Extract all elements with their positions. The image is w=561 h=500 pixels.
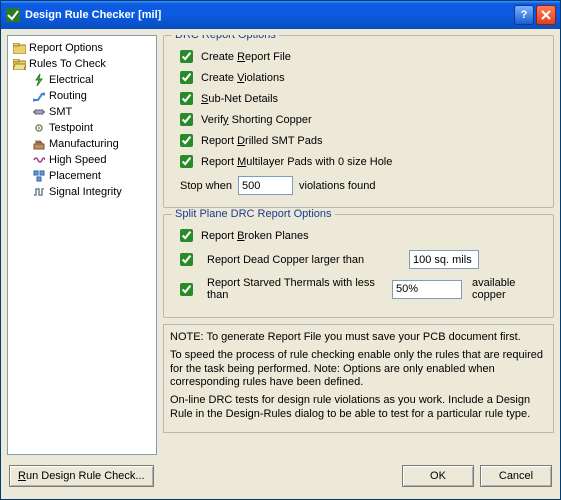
tree-placement[interactable]: Placement (10, 168, 154, 184)
tree-smt[interactable]: SMT (10, 104, 154, 120)
routing-icon (32, 89, 46, 103)
tree-label: SMT (49, 106, 72, 118)
report-multilayer-checkbox[interactable] (180, 155, 193, 168)
drc-report-options-group: DRC Report Options Create Report File Cr… (163, 35, 554, 208)
note-line: On-line DRC tests for design rule violat… (170, 394, 547, 422)
report-drilled-checkbox[interactable] (180, 134, 193, 147)
subnet-details-checkbox[interactable] (180, 92, 193, 105)
note-line: To speed the process of rule checking en… (170, 349, 547, 390)
electrical-icon (32, 73, 46, 87)
starved-thermals-input[interactable] (392, 280, 462, 299)
create-report-file-label: Create Report File (201, 51, 291, 63)
tree-testpoint[interactable]: Testpoint (10, 120, 154, 136)
stop-when-label: Stop when (180, 180, 232, 192)
subnet-details-label: Sub-Net Details (201, 93, 278, 105)
signal-icon (32, 185, 46, 199)
dialog-window: Design Rule Checker [mil] ? Report Optio… (0, 0, 561, 500)
dead-copper-label: Report Dead Copper larger than (207, 254, 399, 266)
tree-pane[interactable]: Report Options Rules To Check Electrical… (7, 35, 157, 455)
tree-signalintegrity[interactable]: Signal Integrity (10, 184, 154, 200)
placement-icon (32, 169, 46, 183)
folder-open-icon (12, 57, 26, 71)
starved-thermals-suffix: available copper (472, 277, 545, 301)
tree-label: Routing (49, 90, 87, 102)
footer: Run Design Rule Check... OK Cancel (7, 461, 554, 493)
tree-report-options[interactable]: Report Options (10, 40, 154, 56)
window-title: Design Rule Checker [mil] (25, 9, 161, 21)
tree-label: Report Options (29, 42, 103, 54)
highspeed-icon (32, 153, 46, 167)
right-pane: DRC Report Options Create Report File Cr… (163, 35, 554, 455)
folder-icon (12, 41, 26, 55)
titlebar[interactable]: Design Rule Checker [mil] ? (1, 1, 560, 29)
run-drc-button[interactable]: Run Design Rule Check... (9, 465, 154, 487)
ok-button[interactable]: OK (402, 465, 474, 487)
close-button[interactable] (536, 5, 556, 25)
verify-shorting-label: Verify Shorting Copper (201, 114, 312, 126)
note-line: NOTE: To generate Report File you must s… (170, 331, 547, 345)
tree-highspeed[interactable]: High Speed (10, 152, 154, 168)
tree-label: Manufacturing (49, 138, 119, 150)
verify-shorting-checkbox[interactable] (180, 113, 193, 126)
broken-planes-label: Report Broken Planes (201, 230, 309, 242)
tree-label: High Speed (49, 154, 107, 166)
dead-copper-input[interactable] (409, 250, 479, 269)
cancel-button[interactable]: Cancel (480, 465, 552, 487)
manufacturing-icon (32, 137, 46, 151)
content-area: Report Options Rules To Check Electrical… (1, 29, 560, 499)
tree-label: Testpoint (49, 122, 93, 134)
tree-electrical[interactable]: Electrical (10, 72, 154, 88)
starved-thermals-checkbox[interactable] (180, 283, 193, 296)
help-button[interactable]: ? (514, 5, 534, 25)
tree-routing[interactable]: Routing (10, 88, 154, 104)
broken-planes-checkbox[interactable] (180, 229, 193, 242)
tree-label: Signal Integrity (49, 186, 122, 198)
app-icon (5, 7, 21, 23)
group-legend: DRC Report Options (172, 35, 279, 41)
testpoint-icon (32, 121, 46, 135)
note-box: NOTE: To generate Report File you must s… (163, 324, 554, 433)
create-violations-checkbox[interactable] (180, 71, 193, 84)
starved-thermals-label: Report Starved Thermals with less than (207, 277, 382, 301)
split-plane-group: Split Plane DRC Report Options Report Br… (163, 214, 554, 318)
create-violations-label: Create Violations (201, 72, 285, 84)
tree-label: Placement (49, 170, 101, 182)
smt-icon (32, 105, 46, 119)
tree-rules-to-check[interactable]: Rules To Check (10, 56, 154, 72)
dead-copper-checkbox[interactable] (180, 253, 193, 266)
stop-when-input[interactable] (238, 176, 293, 195)
main-row: Report Options Rules To Check Electrical… (7, 35, 554, 455)
report-drilled-label: Report Drilled SMT Pads (201, 135, 322, 147)
stop-when-suffix: violations found (299, 180, 375, 192)
tree-label: Electrical (49, 74, 94, 86)
tree-manufacturing[interactable]: Manufacturing (10, 136, 154, 152)
report-multilayer-label: Report Multilayer Pads with 0 size Hole (201, 156, 392, 168)
group-legend: Split Plane DRC Report Options (172, 208, 335, 220)
tree-label: Rules To Check (29, 58, 106, 70)
create-report-file-checkbox[interactable] (180, 50, 193, 63)
